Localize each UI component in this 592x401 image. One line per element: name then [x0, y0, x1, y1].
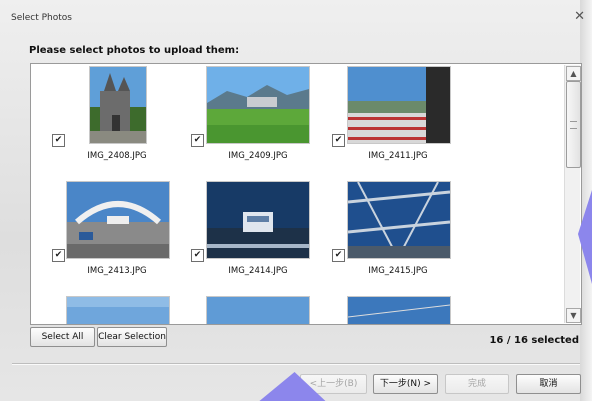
photo-item[interactable]: ✔ IMG_2413.JPG [51, 181, 191, 296]
white-bridge-photo[interactable] [66, 181, 170, 259]
footer-divider [12, 363, 580, 365]
cancel-button[interactable]: 取消 [516, 374, 581, 394]
photo-item[interactable]: ✔ IMG_2408.JPG [51, 66, 191, 181]
clear-selection-button[interactable]: Clear Selection [97, 327, 167, 347]
bridge-cables-photo[interactable] [347, 181, 451, 259]
photo-checkbox[interactable]: ✔ [191, 249, 204, 262]
select-all-button[interactable]: Select All [30, 327, 95, 347]
photo-checkbox[interactable]: ✔ [52, 134, 65, 147]
church-photo[interactable] [89, 66, 147, 144]
scroll-up-icon[interactable]: ▲ [566, 66, 581, 81]
selection-count: 16 / 16 selected [489, 335, 579, 346]
scroll-thumb[interactable] [566, 81, 581, 168]
bridge-railing-photo[interactable] [347, 66, 451, 144]
photo-item[interactable]: ✔ IMG_2415.JPG [331, 181, 471, 296]
sky-photo[interactable] [66, 296, 170, 324]
photo-checkbox[interactable]: ✔ [332, 134, 345, 147]
accent-shape [259, 372, 331, 401]
photo-filename: IMG_2409.JPG [228, 151, 288, 161]
photo-filename: IMG_2415.JPG [368, 266, 428, 276]
green-field-photo[interactable] [206, 66, 310, 144]
photo-checkbox[interactable]: ✔ [52, 249, 65, 262]
photo-checkbox[interactable]: ✔ [191, 134, 204, 147]
finish-button[interactable]: 完成 [445, 374, 509, 394]
photo-filename: IMG_2408.JPG [87, 151, 147, 161]
select-photos-window: Select Photos ✕ Please select photos to … [0, 0, 592, 401]
instruction-label: Please select photos to upload them: [29, 45, 240, 56]
photo-filename: IMG_2411.JPG [368, 151, 428, 161]
accent-shape [578, 190, 592, 284]
close-icon[interactable]: ✕ [574, 9, 585, 24]
sky-photo[interactable] [206, 296, 310, 324]
scroll-down-icon[interactable]: ▼ [566, 308, 581, 323]
title-bar: Select Photos ✕ [0, 0, 592, 34]
photo-grid[interactable]: ✔ IMG_2408.JPG ✔ IMG_2409.JPG ✔ IMG_2411… [30, 63, 582, 325]
photo-filename: IMG_2414.JPG [228, 266, 288, 276]
bridge-dusk-photo[interactable] [206, 181, 310, 259]
sky-photo[interactable] [347, 296, 451, 324]
photo-filename: IMG_2413.JPG [87, 266, 147, 276]
photo-item[interactable]: ✔ IMG_2409.JPG [191, 66, 331, 181]
window-title: Select Photos [11, 13, 72, 23]
photo-item[interactable]: ✔ IMG_2414.JPG [191, 181, 331, 296]
next-button[interactable]: 下一步(N) > [373, 374, 438, 394]
photo-checkbox[interactable]: ✔ [332, 249, 345, 262]
photo-item[interactable]: ✔ IMG_2411.JPG [331, 66, 471, 181]
